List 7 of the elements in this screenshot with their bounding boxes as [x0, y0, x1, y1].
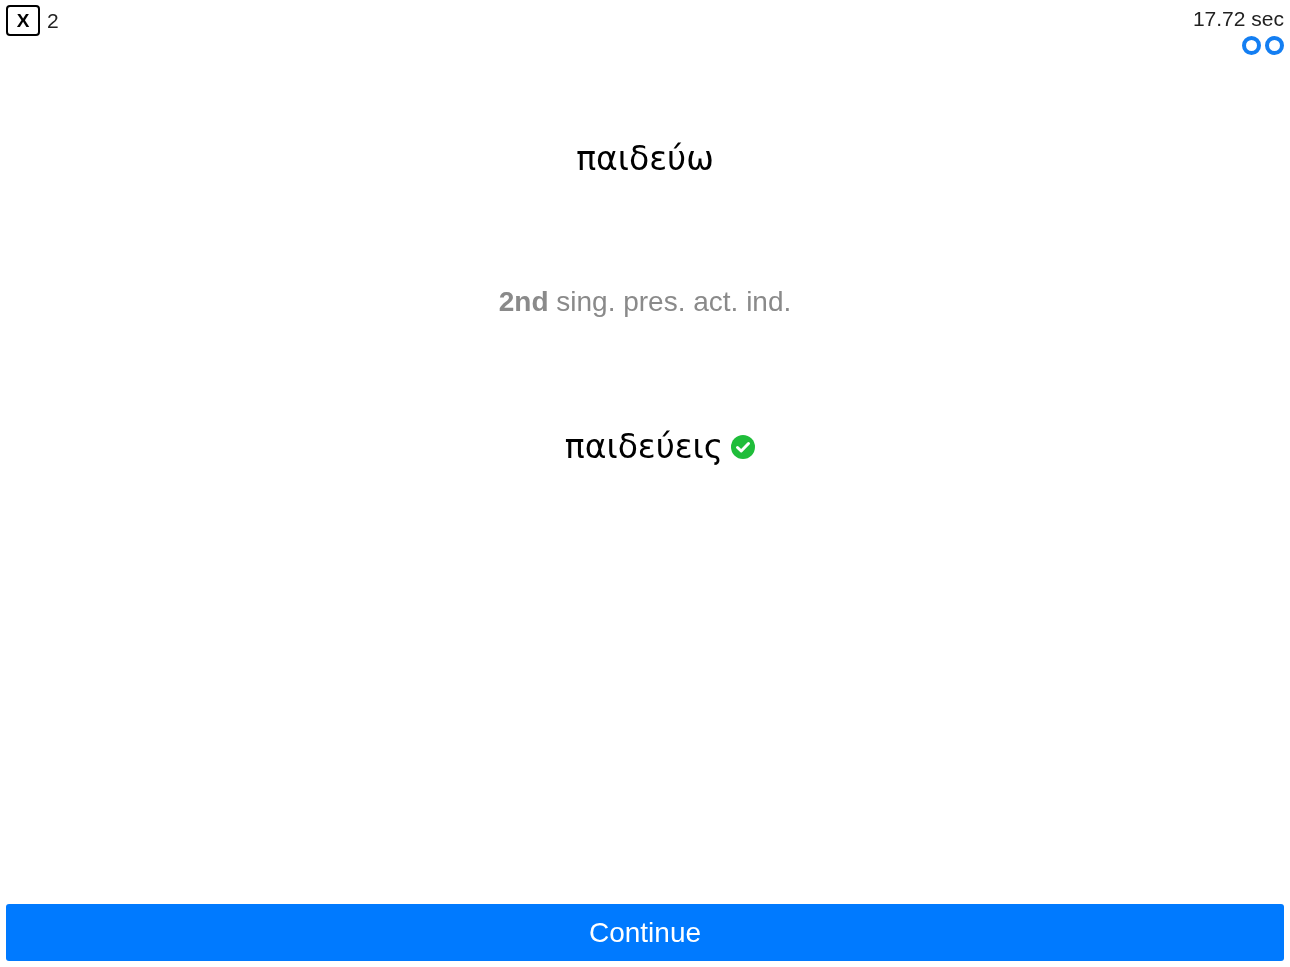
lemma-word: παιδεύω — [576, 139, 714, 179]
answer-word: παιδεύεις — [564, 427, 724, 467]
close-button[interactable]: X — [6, 5, 40, 36]
count-label: 2 — [47, 10, 59, 31]
timer-label: 17.72 sec — [1192, 6, 1284, 32]
continue-button[interactable]: Continue — [6, 904, 1284, 961]
parsing-label: 2nd sing. pres. act. ind. — [498, 285, 792, 319]
